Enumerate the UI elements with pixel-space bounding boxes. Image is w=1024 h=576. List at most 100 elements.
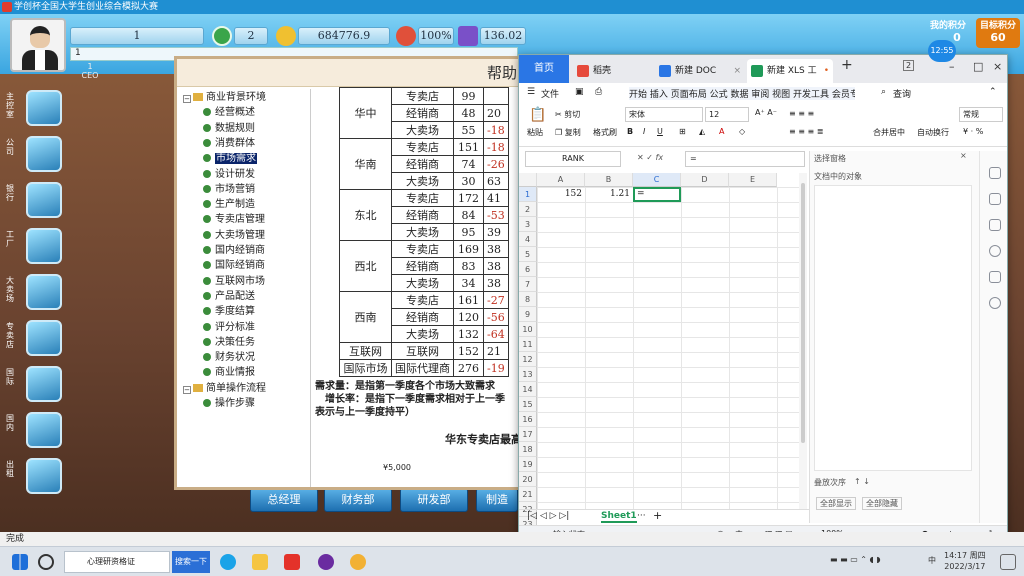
search-label[interactable]: 查询 bbox=[893, 87, 911, 100]
name-box[interactable]: RANK bbox=[525, 151, 621, 167]
help-icon[interactable] bbox=[989, 245, 1001, 257]
browser-icon[interactable] bbox=[318, 554, 334, 570]
print-icon[interactable]: ⎙ bbox=[595, 87, 602, 97]
merge-button[interactable]: 合并居中 bbox=[873, 127, 905, 138]
taskbar-clock[interactable]: 14:17 周四 2022/3/17 bbox=[944, 550, 986, 572]
column-header[interactable]: D bbox=[681, 173, 729, 187]
tree-item[interactable]: 商业情报 bbox=[203, 366, 255, 380]
font-color-icon[interactable]: A bbox=[719, 127, 724, 136]
image-icon[interactable] bbox=[989, 271, 1001, 283]
save-icon[interactable]: ▣ bbox=[575, 87, 584, 97]
search-icon[interactable]: ⌕ bbox=[881, 87, 886, 97]
column-header[interactable]: B bbox=[585, 173, 633, 187]
sheet-tab[interactable]: Sheet1 bbox=[601, 511, 637, 523]
collapse-icon[interactable]: − bbox=[183, 385, 191, 394]
row-header[interactable]: 9 bbox=[519, 307, 537, 322]
font-select[interactable]: 宋体 bbox=[625, 107, 703, 122]
row-header[interactable]: 18 bbox=[519, 442, 537, 457]
row-header[interactable]: 15 bbox=[519, 397, 537, 412]
tree-item[interactable]: 操作步骤 bbox=[203, 397, 255, 411]
column-header[interactable]: A bbox=[537, 173, 585, 187]
fx-icon[interactable]: ✕ ✓ fx bbox=[637, 153, 663, 162]
nav-domestic[interactable]: 国内 bbox=[6, 412, 66, 450]
menu-file[interactable]: 文件 bbox=[541, 87, 559, 100]
row-header[interactable]: 10 bbox=[519, 322, 537, 337]
avatar[interactable] bbox=[10, 18, 66, 72]
tab-count-badge[interactable]: 2 bbox=[903, 60, 915, 71]
folder-icon[interactable] bbox=[252, 554, 268, 570]
wrap-button[interactable]: 自动换行 bbox=[917, 127, 949, 138]
row-header[interactable]: 2 bbox=[519, 202, 537, 217]
tree-item[interactable]: 专卖店管理 bbox=[203, 213, 265, 227]
tree-item[interactable]: 设计研发 bbox=[203, 168, 255, 182]
ribbon-tab-strip[interactable]: 开始 插入 页面布局 公式 数据 审阅 视图 开发工具 会员专享 稻壳资 bbox=[629, 87, 855, 100]
minimize-button[interactable]: – bbox=[949, 60, 955, 73]
select-all-corner[interactable] bbox=[519, 173, 537, 187]
row-header[interactable]: 12 bbox=[519, 352, 537, 367]
nav-store[interactable]: 专卖店 bbox=[6, 320, 66, 358]
nav-factory[interactable]: 工厂 bbox=[6, 228, 66, 266]
start-icon[interactable] bbox=[12, 554, 28, 570]
pointer-icon[interactable] bbox=[989, 167, 1001, 179]
paste-button[interactable]: 粘贴 bbox=[527, 127, 543, 138]
bold-button[interactable]: B bbox=[627, 127, 633, 136]
grow-font-icon[interactable]: A⁺ A⁻ bbox=[755, 108, 777, 117]
tree-item[interactable]: 市场营销 bbox=[203, 183, 255, 197]
taskbar-search-input[interactable]: 心理研资格证 bbox=[64, 551, 170, 573]
tree-item[interactable]: 数据规则 bbox=[203, 122, 255, 136]
wps-icon[interactable] bbox=[284, 554, 300, 570]
paste-icon[interactable]: 📋 bbox=[529, 107, 546, 123]
add-sheet-button[interactable]: + bbox=[653, 509, 662, 522]
row-header[interactable]: 17 bbox=[519, 427, 537, 442]
row-header[interactable]: 20 bbox=[519, 472, 537, 487]
game-icon[interactable] bbox=[350, 554, 366, 570]
menu-icon[interactable]: ☰ bbox=[527, 87, 535, 97]
location-icon[interactable] bbox=[989, 297, 1001, 309]
row-header[interactable]: 19 bbox=[519, 457, 537, 472]
vertical-scrollbar[interactable] bbox=[799, 173, 807, 509]
order-arrows-icon[interactable]: ↑ ↓ bbox=[854, 477, 870, 486]
fill-color-icon[interactable]: ◭ bbox=[699, 127, 705, 136]
tree-item[interactable]: 互联网市场 bbox=[203, 275, 265, 289]
tab-ceo[interactable]: 总经理 bbox=[250, 488, 318, 512]
currency-icon[interactable]: ¥ · % bbox=[963, 127, 983, 136]
tree-item[interactable]: − 简单操作流程 bbox=[183, 382, 266, 396]
tree-item[interactable]: 国内经销商 bbox=[203, 244, 265, 258]
tab-new-xls[interactable]: 新建 XLS 工 • bbox=[747, 59, 833, 83]
tab-daoke[interactable]: 稻壳 bbox=[573, 59, 653, 83]
nav-international[interactable]: 国际 bbox=[6, 366, 66, 404]
font-size-select[interactable]: 12 bbox=[705, 107, 749, 122]
underline-button[interactable]: U bbox=[657, 127, 663, 136]
tree-item[interactable]: 消费群体 bbox=[203, 137, 255, 151]
nav-control-room[interactable]: 主控室 bbox=[6, 90, 66, 128]
italic-button[interactable]: I bbox=[643, 127, 645, 136]
spreadsheet-grid[interactable]: A B C D E 1 2 3 4 5 6 7 8 9 10 11 12 13 14 15 16 17 18 19 20 21 22… bbox=[519, 173, 799, 532]
row-header[interactable]: 5 bbox=[519, 247, 537, 262]
nav-bank[interactable]: 银行 bbox=[6, 182, 66, 220]
tree-item[interactable]: 生产制造 bbox=[203, 198, 255, 212]
row-header[interactable]: 7 bbox=[519, 277, 537, 292]
tab-new-doc[interactable]: 新建 DOC × bbox=[655, 59, 745, 83]
column-header[interactable]: E bbox=[729, 173, 777, 187]
row-header[interactable]: 21 bbox=[519, 487, 537, 502]
number-format-select[interactable]: 常规 bbox=[959, 107, 1003, 122]
formula-input[interactable]: = bbox=[685, 151, 805, 167]
clear-icon[interactable]: ◇ bbox=[739, 127, 745, 136]
align-icons-2[interactable]: ≡ ≡ ≡ ≣ bbox=[789, 127, 823, 136]
tree-item[interactable]: 市场需求 bbox=[203, 152, 257, 166]
more-sheets-icon[interactable]: ··· bbox=[637, 511, 646, 521]
nav-hypermarket[interactable]: 大卖场 bbox=[6, 274, 66, 312]
row-header[interactable]: 4 bbox=[519, 232, 537, 247]
active-cell[interactable]: = bbox=[633, 187, 681, 202]
notification-icon[interactable] bbox=[1000, 554, 1016, 570]
chevron-up-icon[interactable]: ⌃ bbox=[989, 87, 997, 97]
cut-button[interactable]: ✂ 剪切 bbox=[555, 109, 580, 120]
tab-home[interactable]: 首页 bbox=[519, 55, 569, 83]
align-icons[interactable]: ≡ ≡ ≡ bbox=[789, 109, 814, 118]
tab-finance[interactable]: 财务部 bbox=[324, 488, 392, 512]
taskbar-search-button[interactable]: 搜索一下 bbox=[172, 551, 210, 573]
row-header[interactable]: 1 bbox=[519, 187, 537, 202]
row-header[interactable]: 6 bbox=[519, 262, 537, 277]
row-header[interactable]: 11 bbox=[519, 337, 537, 352]
edge-icon[interactable] bbox=[220, 554, 236, 570]
